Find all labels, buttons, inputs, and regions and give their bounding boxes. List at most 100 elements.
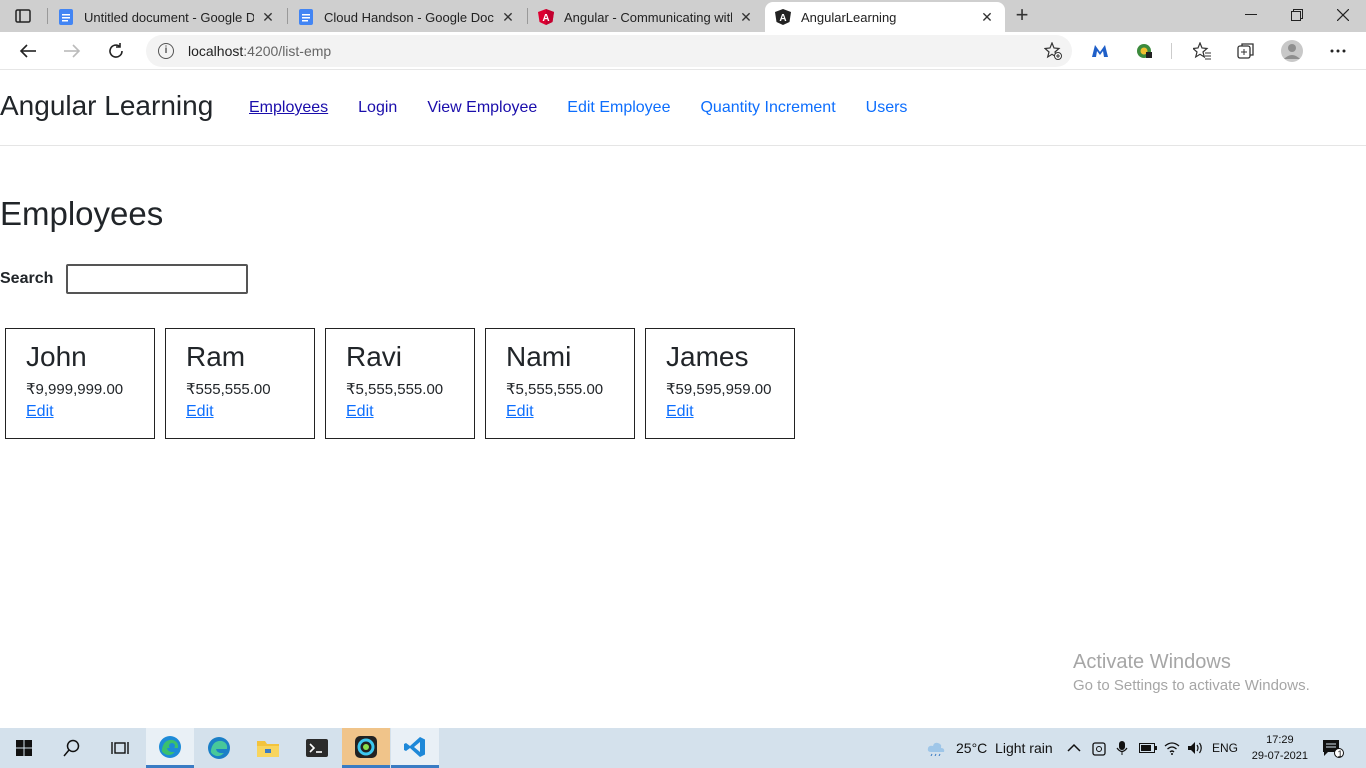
employee-card: Ravi ₹5,555,555.00 Edit: [325, 328, 475, 439]
malwarebytes-extension-icon[interactable]: [1090, 41, 1110, 61]
employee-salary: ₹9,999,999.00: [26, 381, 124, 398]
terminal-icon[interactable]: [293, 728, 341, 768]
browser-tab[interactable]: Untitled document - Google Doc ✕: [48, 2, 286, 32]
search-icon[interactable]: [48, 728, 96, 768]
extension-icon[interactable]: [1134, 41, 1154, 61]
employee-name: Nami: [506, 341, 572, 372]
edit-employee-link[interactable]: Edit: [26, 403, 134, 421]
forward-arrow-icon[interactable]: [58, 37, 86, 65]
employee-name: Ravi: [346, 341, 403, 372]
app-nav-links: Employees Login View Employee Edit Emplo…: [249, 99, 907, 117]
site-info-icon[interactable]: i: [158, 43, 174, 59]
search-label: Search: [0, 270, 54, 287]
restore-icon[interactable]: [1274, 0, 1320, 30]
edge-taskbar-icon[interactable]: [146, 728, 194, 768]
employee-card: John ₹9,999,999.00 Edit: [5, 328, 155, 439]
input-language[interactable]: ENG: [1212, 728, 1238, 768]
tab-close-icon[interactable]: ✕: [738, 9, 754, 26]
nav-link-view-employee[interactable]: View Employee: [427, 99, 537, 117]
nav-link-employees[interactable]: Employees: [249, 99, 328, 117]
webex-taskbar-icon[interactable]: [342, 728, 390, 768]
more-options-icon[interactable]: [1328, 41, 1348, 61]
browser-tab[interactable]: A Angular - Communicating with b ✕: [528, 2, 764, 32]
watermark-subtitle: Go to Settings to activate Windows.: [1073, 677, 1310, 694]
angular-app-icon: A: [775, 9, 791, 25]
employee-name: John: [26, 341, 87, 372]
address-bar[interactable]: i localhost:4200/list-emp: [146, 35, 1072, 67]
notification-count: 1: [1337, 749, 1343, 759]
url-text[interactable]: localhost:4200/list-emp: [188, 43, 331, 59]
svg-text:A: A: [779, 13, 786, 24]
watermark-title: Activate Windows: [1073, 651, 1231, 673]
collections-icon[interactable]: [1236, 41, 1256, 61]
task-view-icon[interactable]: [96, 728, 144, 768]
notification-center-icon[interactable]: 1: [1322, 728, 1344, 768]
employee-card: James ₹59,595,959.00 Edit: [645, 328, 795, 439]
add-favorite-icon[interactable]: [1043, 41, 1062, 60]
profile-avatar-icon[interactable]: [1280, 39, 1304, 63]
window-close-icon[interactable]: [1320, 0, 1366, 30]
clock-date: 29-07-2021: [1251, 750, 1308, 762]
nav-link-users[interactable]: Users: [866, 99, 908, 117]
tab-title: Untitled document - Google Doc: [84, 9, 254, 25]
nav-link-quantity-increment[interactable]: Quantity Increment: [700, 99, 835, 117]
page-title: Employees: [0, 195, 164, 232]
browser-tabstrip: Untitled document - Google Doc ✕ Cloud H…: [0, 0, 1366, 32]
tab-title: AngularLearning: [801, 9, 897, 25]
browser-tab[interactable]: Cloud Handson - Google Docs ✕: [288, 2, 526, 32]
battery-icon[interactable]: [1139, 728, 1157, 768]
weather-cloud-icon: [926, 740, 946, 756]
wifi-icon[interactable]: [1164, 728, 1180, 768]
employee-card: Nami ₹5,555,555.00 Edit: [485, 328, 635, 439]
tab-close-icon[interactable]: ✕: [979, 9, 995, 26]
edge-beta-taskbar-icon[interactable]: [195, 728, 243, 768]
refresh-icon[interactable]: [102, 37, 130, 65]
app-brand[interactable]: Angular Learning: [0, 90, 213, 122]
clock-time: 17:29: [1266, 734, 1294, 746]
employee-name: Ram: [186, 341, 246, 372]
search-input[interactable]: [66, 264, 248, 294]
tray-app-icon[interactable]: [1092, 728, 1106, 768]
weather-widget[interactable]: 25°C Light rain: [926, 728, 1053, 768]
activate-windows-watermark: Activate Windows Go to Settings to activ…: [1073, 651, 1310, 694]
file-explorer-icon[interactable]: [244, 728, 292, 768]
tab-actions-icon[interactable]: [9, 6, 37, 26]
google-docs-icon: [58, 9, 74, 25]
url-host: localhost: [188, 43, 244, 59]
taskbar-clock[interactable]: 17:29 29-07-2021: [1252, 732, 1308, 764]
volume-icon[interactable]: [1187, 728, 1205, 768]
tab-title: Angular - Communicating with b: [564, 9, 732, 25]
nav-link-login[interactable]: Login: [358, 99, 397, 117]
toolbar-separator: [1171, 43, 1172, 59]
edit-employee-link[interactable]: Edit: [186, 403, 294, 421]
back-arrow-icon[interactable]: [14, 37, 42, 65]
favorites-icon[interactable]: [1192, 41, 1212, 61]
app-navbar: Angular Learning Employees Login View Em…: [0, 71, 1366, 146]
minimize-icon[interactable]: [1228, 0, 1274, 30]
edit-employee-link[interactable]: Edit: [506, 403, 614, 421]
browser-tab-active[interactable]: A AngularLearning ✕: [765, 2, 1005, 32]
edit-employee-link[interactable]: Edit: [666, 403, 774, 421]
show-hidden-icons-chevron-icon[interactable]: [1067, 728, 1081, 768]
microphone-icon[interactable]: [1116, 728, 1128, 768]
web-page: Angular Learning Employees Login View Em…: [0, 71, 1366, 728]
url-path: :4200/list-emp: [243, 43, 332, 59]
tab-title: Cloud Handson - Google Docs: [324, 9, 494, 25]
employee-card: Ram ₹555,555.00 Edit: [165, 328, 315, 439]
angular-icon: A: [538, 9, 554, 25]
new-tab-icon[interactable]: +: [1010, 4, 1034, 28]
tab-close-icon[interactable]: ✕: [260, 9, 276, 26]
windows-start-icon[interactable]: [0, 728, 48, 768]
employee-salary: ₹5,555,555.00: [506, 381, 604, 398]
employee-name: James: [666, 341, 749, 372]
windows-taskbar: 25°C Light rain ENG 17:29 29-07-2021 1: [0, 728, 1366, 768]
browser-toolbar: i localhost:4200/list-emp: [0, 32, 1366, 70]
edit-employee-link[interactable]: Edit: [346, 403, 454, 421]
nav-link-edit-employee[interactable]: Edit Employee: [567, 99, 670, 117]
svg-text:A: A: [542, 13, 549, 24]
tab-close-icon[interactable]: ✕: [500, 9, 516, 26]
weather-text: 25°C Light rain: [956, 740, 1053, 756]
employee-salary: ₹555,555.00: [186, 381, 271, 398]
vscode-taskbar-icon[interactable]: [391, 728, 439, 768]
employee-salary: ₹59,595,959.00: [666, 381, 772, 398]
